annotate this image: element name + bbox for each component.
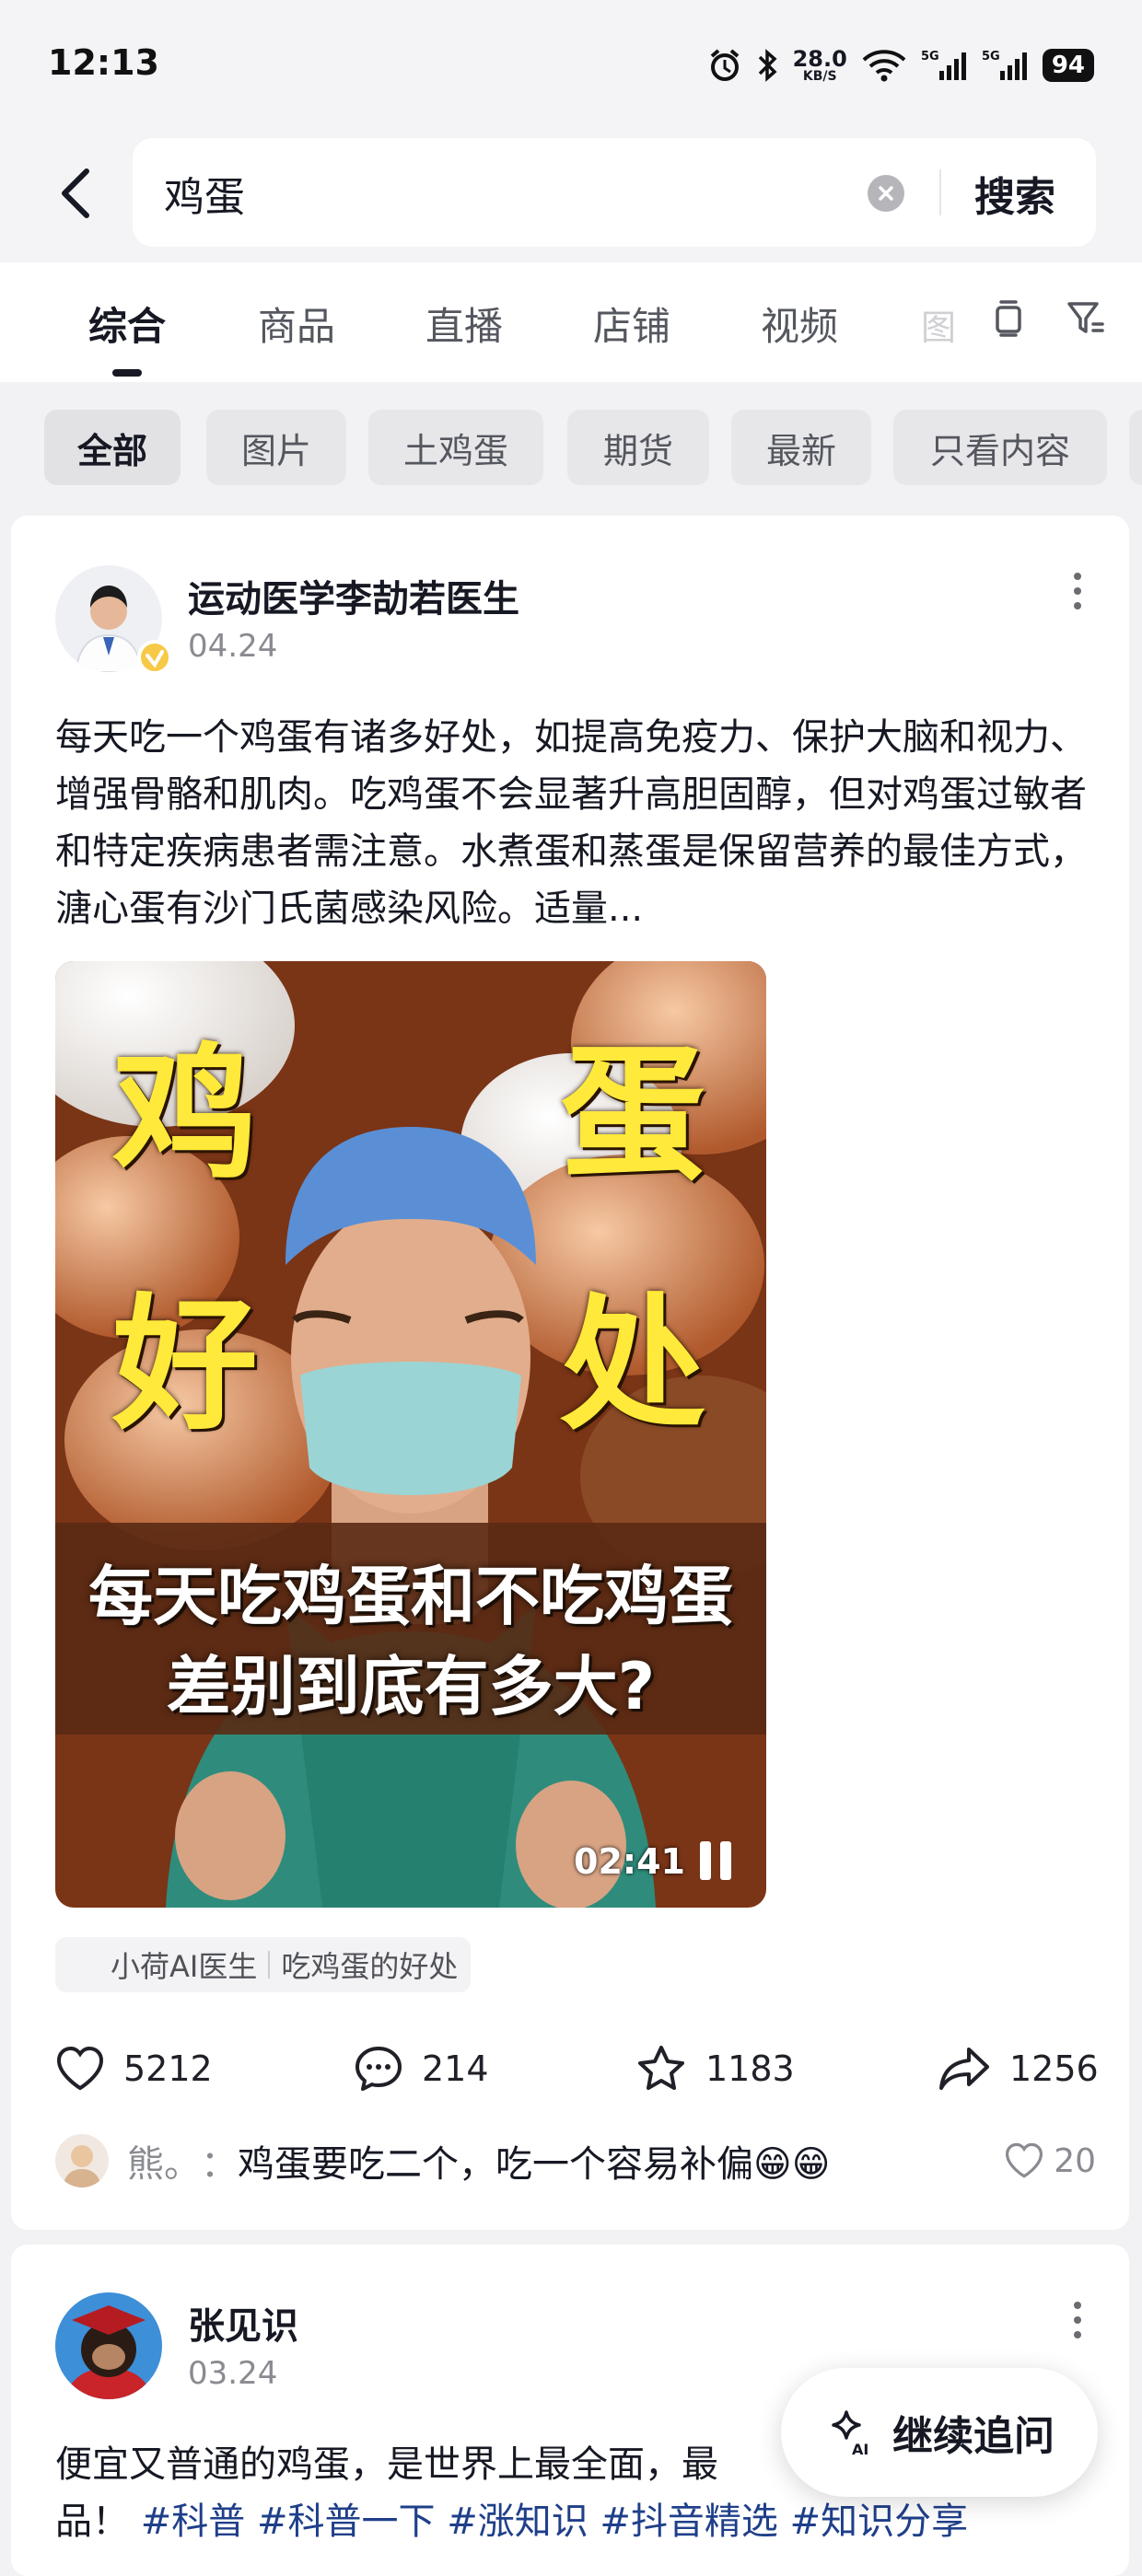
like-count: 5212 [123,2048,213,2089]
ai-doctor-tag[interactable]: 小荷AI医生 吃鸡蛋的好处 [55,1937,472,1992]
layout-toggle-button[interactable] [985,296,1031,342]
top-comment[interactable]: 熊。 ： 鸡蛋要吃二个，吃一个容易补偏😁😁 20 [55,2129,1096,2193]
tab-products[interactable]: 商品 [258,296,335,352]
post-card[interactable]: 运动医学李劼若医生 04.24 每天吃一个鸡蛋有诸多好处，如提高免疫力、保护大脑… [11,516,1129,2230]
bluetooth-icon [758,49,777,82]
signal-5g-icon-2: 5G [982,50,1027,80]
more-options-button[interactable] [1059,2292,1096,2348]
comment-like-count: 20 [1054,2141,1096,2180]
chip-futures[interactable]: 期货 [567,410,709,485]
post-date: 03.24 [188,2355,278,2392]
tab-comprehensive[interactable]: 综合 [88,296,166,352]
continue-asking-button[interactable]: AI 继续追问 [781,2368,1098,2497]
chevron-left-icon [62,168,89,218]
filter-icon [1067,302,1104,333]
post-text-line2: 品！ #科普 #科普一下 #涨知识 #抖音精选 #知识分享 [55,2493,1096,2550]
filter-chips: 全部 图片 土鸡蛋 期货 最新 只看内容 [0,382,1142,516]
search-box[interactable]: 鸡蛋 搜索 [133,138,1096,247]
svg-text:5G: 5G [921,50,939,64]
comment-separator: ： [201,2143,238,2186]
clear-search-button[interactable] [868,175,904,212]
status-icons: 28.0 KB/S 5G 5G 94 [706,41,1094,90]
post-text-line2-start: 品！ [55,2501,129,2543]
hashtag-link[interactable]: #科普一下 [257,2501,436,2543]
share-count: 1256 [1009,2048,1099,2089]
commenter-avatar-image [55,2134,109,2187]
ai-tag-name: 小荷AI医生 [111,1949,258,1984]
author-name[interactable]: 张见识 [188,2296,298,2350]
like-button[interactable]: 5212 [55,2032,213,2106]
chip-latest[interactable]: 最新 [731,410,871,485]
star-icon [638,2046,684,2090]
tab-images-partial[interactable]: 图 [921,299,956,350]
ai-doctor-icon [76,1955,96,1975]
video-thumbnail[interactable]: 鸡 蛋 好 处 每天吃鸡蛋和不吃鸡蛋 差别到底有多大? 02:41 [55,961,766,1908]
video-overlay-char: 鸡 [112,1030,258,1200]
ai-tag-separator [268,1951,271,1978]
active-tab-indicator [112,369,142,377]
close-icon [879,186,893,201]
search-input[interactable]: 鸡蛋 [164,164,245,223]
comment-text: 鸡蛋要吃二个，吃一个容易补偏😁😁 [238,2143,831,2186]
pause-icon[interactable] [700,1841,735,1880]
network-speed: 28.0 KB/S [792,46,847,84]
chip-free-range-eggs[interactable]: 土鸡蛋 [368,410,543,485]
search-button[interactable]: 搜索 [974,164,1055,223]
heart-icon [1006,2142,1043,2178]
post-date: 04.24 [188,628,278,665]
chip-images[interactable]: 图片 [206,410,346,485]
chip-all[interactable]: 全部 [44,410,181,485]
tab-live[interactable]: 直播 [425,296,503,352]
tab-shops[interactable]: 店铺 [593,296,670,352]
heart-icon [56,2046,104,2091]
action-bar: 5212 214 1183 1256 [11,2032,1129,2106]
svg-text:5G: 5G [982,50,1000,64]
video-subtitle-line2: 差别到底有多大? [166,1649,656,1724]
hashtag-link[interactable]: #科普 [141,2501,246,2543]
alarm-icon [710,49,739,81]
video-duration: 02:41 [574,1841,685,1882]
chip-content-only[interactable]: 只看内容 [893,410,1107,485]
wifi-icon [862,50,906,82]
video-subtitle-line1: 每天吃鸡蛋和不吃鸡蛋 [88,1559,733,1634]
favorite-button[interactable]: 1183 [635,2032,795,2106]
hashtag-link[interactable]: #涨知识 [447,2501,588,2543]
ai-tag-topic: 吃鸡蛋的好处 [281,1949,459,1984]
hashtag-link[interactable]: #知识分享 [790,2501,969,2543]
favorite-count: 1183 [705,2048,795,2089]
search-row: 鸡蛋 搜索 [0,138,1142,262]
chip-partial[interactable] [1129,410,1142,485]
battery-indicator: 94 [1042,48,1094,83]
post-text[interactable]: 每天吃一个鸡蛋有诸多好处，如提高免疫力、保护大脑和视力、增强骨骼和肌肉。吃鸡蛋不… [55,709,1096,937]
comment-user[interactable]: 熊。 [127,2134,201,2187]
author-name[interactable]: 运动医学李劼若医生 [188,569,519,622]
avatar[interactable] [55,2292,162,2399]
more-options-button[interactable] [1059,563,1096,619]
svg-text:AI: AI [852,2441,868,2458]
comment-like-button[interactable]: 20 [1004,2142,1096,2180]
share-arrow-icon [939,2048,989,2090]
status-time: 12:13 [48,42,159,83]
tab-videos[interactable]: 视频 [761,296,838,352]
category-tabs: 综合 商品 直播 店铺 视频 图 [0,262,1142,382]
video-overlay-char: 好 [112,1281,258,1450]
chimp-graduate-avatar-image [55,2292,162,2399]
filter-button[interactable] [1063,296,1109,342]
status-bar: 12:13 28.0 KB/S 5G 5G 94 [0,0,1142,138]
comment-button[interactable]: 214 [354,2032,489,2106]
share-button[interactable]: 1256 [938,2032,1099,2106]
ai-sparkle-icon: AI [832,2410,868,2458]
comment-avatar[interactable] [55,2134,109,2187]
comment-count: 214 [422,2048,489,2089]
comment-icon [355,2047,402,2091]
signal-5g-icon: 5G [921,50,966,80]
hashtag-link[interactable]: #抖音精选 [600,2501,778,2543]
layout-toggle-icon [996,300,1021,337]
back-button[interactable] [48,166,103,221]
video-overlay-char: 处 [560,1281,705,1450]
video-overlay-char: 蛋 [560,1030,705,1200]
verified-badge-icon [137,640,172,675]
continue-asking-label: 继续追问 [892,2413,1055,2460]
search-divider [939,169,941,215]
